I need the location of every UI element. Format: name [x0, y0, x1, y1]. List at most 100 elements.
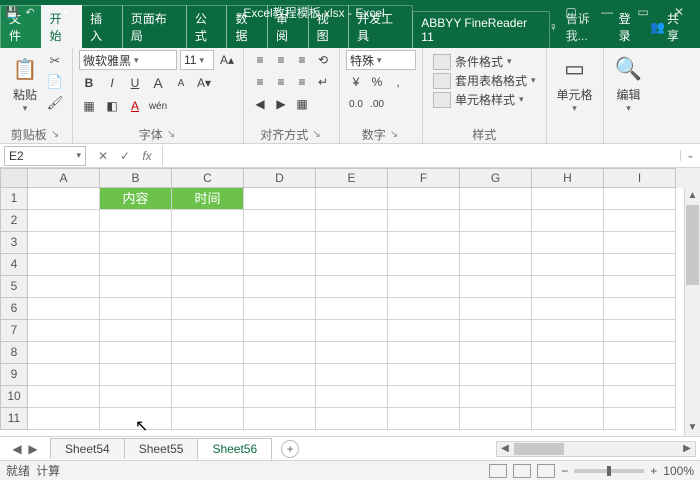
- font-size-select[interactable]: 11▾: [180, 50, 214, 70]
- cell[interactable]: [172, 342, 244, 364]
- cell[interactable]: [604, 386, 676, 408]
- cell[interactable]: [100, 386, 172, 408]
- cell[interactable]: [28, 188, 100, 210]
- wrap-text-icon[interactable]: ↵: [313, 72, 333, 92]
- paste-button[interactable]: 📋 粘贴 ▾: [6, 50, 44, 116]
- font-color-icon[interactable]: A: [125, 96, 145, 116]
- cell[interactable]: [28, 386, 100, 408]
- scroll-down-icon[interactable]: ▼: [685, 420, 700, 436]
- cell[interactable]: [460, 188, 532, 210]
- cell[interactable]: [532, 320, 604, 342]
- cell[interactable]: [316, 364, 388, 386]
- increase-indent-icon[interactable]: ▶: [271, 94, 291, 114]
- align-left-icon[interactable]: ≡: [250, 72, 270, 92]
- dialog-launcher-icon[interactable]: ↘: [165, 129, 177, 140]
- col-header[interactable]: H: [532, 168, 604, 188]
- cell[interactable]: [28, 210, 100, 232]
- col-header[interactable]: G: [460, 168, 532, 188]
- font-name-select[interactable]: 微软雅黑▾: [79, 50, 177, 70]
- dialog-launcher-icon[interactable]: ↘: [388, 129, 400, 140]
- cell[interactable]: [532, 276, 604, 298]
- align-middle-icon[interactable]: ≡: [271, 50, 291, 70]
- decrease-indent-icon[interactable]: ◀: [250, 94, 270, 114]
- cell[interactable]: [316, 298, 388, 320]
- cell[interactable]: [28, 298, 100, 320]
- cell[interactable]: [244, 232, 316, 254]
- cell[interactable]: [604, 408, 676, 430]
- cell[interactable]: [388, 276, 460, 298]
- cell[interactable]: [388, 188, 460, 210]
- cell[interactable]: [532, 298, 604, 320]
- cell[interactable]: [28, 232, 100, 254]
- qat-more-icon[interactable]: ▾: [58, 4, 74, 20]
- align-center-icon[interactable]: ≡: [271, 72, 291, 92]
- cell[interactable]: [28, 364, 100, 386]
- cell[interactable]: [316, 254, 388, 276]
- cell[interactable]: [244, 276, 316, 298]
- cell[interactable]: [388, 254, 460, 276]
- col-header[interactable]: I: [604, 168, 676, 188]
- cell[interactable]: 时间: [172, 188, 244, 210]
- cell[interactable]: [316, 386, 388, 408]
- sheet-tab[interactable]: Sheet55: [124, 438, 199, 459]
- cell[interactable]: [316, 342, 388, 364]
- save-icon[interactable]: 💾: [4, 4, 20, 20]
- cell[interactable]: [604, 320, 676, 342]
- row-header[interactable]: 8: [0, 342, 28, 364]
- undo-icon[interactable]: ↶: [22, 4, 38, 20]
- col-header[interactable]: C: [172, 168, 244, 188]
- cell[interactable]: [172, 210, 244, 232]
- cell[interactable]: [460, 254, 532, 276]
- orientation-icon[interactable]: ⟲: [313, 50, 333, 70]
- select-all-corner[interactable]: [0, 168, 28, 188]
- cell[interactable]: [460, 210, 532, 232]
- scroll-right-icon[interactable]: ▶: [679, 443, 695, 454]
- phonetic-icon[interactable]: wén: [148, 96, 168, 116]
- cell[interactable]: [316, 210, 388, 232]
- cells-button[interactable]: ▭单元格▾: [553, 50, 597, 116]
- conditional-format-button[interactable]: 条件格式▾: [429, 52, 516, 71]
- cell[interactable]: [316, 188, 388, 210]
- cell[interactable]: [460, 386, 532, 408]
- row-header[interactable]: 1: [0, 188, 28, 210]
- cell[interactable]: [532, 210, 604, 232]
- align-right-icon[interactable]: ≡: [292, 72, 312, 92]
- maximize-icon[interactable]: ▭: [626, 5, 660, 19]
- cell[interactable]: [460, 408, 532, 430]
- cell[interactable]: [244, 254, 316, 276]
- cell-styles-button[interactable]: 单元格样式▾: [429, 90, 528, 109]
- col-header[interactable]: F: [388, 168, 460, 188]
- format-as-table-button[interactable]: 套用表格格式▾: [429, 71, 540, 90]
- cell[interactable]: [172, 386, 244, 408]
- cell[interactable]: [100, 210, 172, 232]
- dialog-launcher-icon[interactable]: ↘: [49, 129, 61, 140]
- cell[interactable]: 内容: [100, 188, 172, 210]
- cell[interactable]: [604, 276, 676, 298]
- sheet-nav-next-icon[interactable]: ▶: [26, 442, 40, 456]
- row-header[interactable]: 3: [0, 232, 28, 254]
- row-header[interactable]: 6: [0, 298, 28, 320]
- cell[interactable]: [244, 210, 316, 232]
- cell[interactable]: [172, 320, 244, 342]
- cell[interactable]: [28, 254, 100, 276]
- increase-font-icon[interactable]: A▴: [217, 50, 237, 70]
- editing-button[interactable]: 🔍编辑▾: [610, 50, 648, 116]
- cell[interactable]: [244, 188, 316, 210]
- view-break-icon[interactable]: [537, 464, 555, 478]
- cell[interactable]: [532, 364, 604, 386]
- cell[interactable]: [244, 320, 316, 342]
- cell[interactable]: [388, 210, 460, 232]
- cell[interactable]: [100, 320, 172, 342]
- cell[interactable]: [388, 320, 460, 342]
- cell[interactable]: [244, 364, 316, 386]
- redo-icon[interactable]: ↷: [40, 4, 56, 20]
- cell[interactable]: [100, 254, 172, 276]
- cell[interactable]: [316, 232, 388, 254]
- cell[interactable]: [604, 232, 676, 254]
- enter-icon[interactable]: ✓: [114, 149, 136, 163]
- cell[interactable]: [100, 276, 172, 298]
- cell[interactable]: [604, 364, 676, 386]
- col-header[interactable]: B: [100, 168, 172, 188]
- zoom-level[interactable]: 100%: [663, 464, 694, 478]
- cell[interactable]: [100, 408, 172, 430]
